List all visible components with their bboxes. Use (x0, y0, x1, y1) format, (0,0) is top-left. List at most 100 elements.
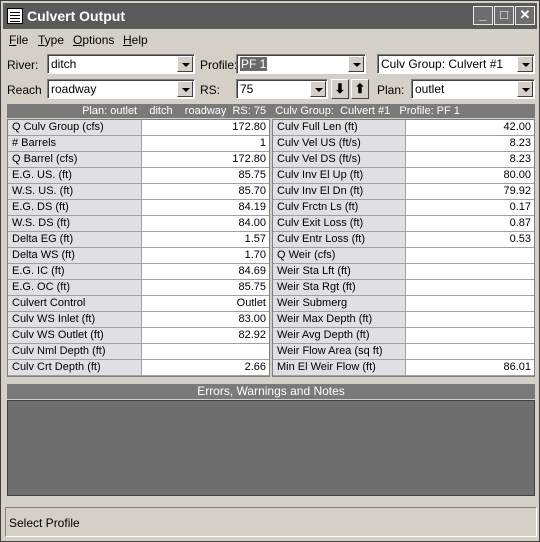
chevron-down-icon[interactable] (517, 56, 533, 72)
status-text: Select Profile (9, 516, 80, 530)
menu-type-mnemonic: T (38, 33, 45, 47)
row-label: Weir Sta Rgt (ft) (273, 280, 406, 295)
menu-options[interactable]: Options (73, 33, 114, 47)
row-value: 0.53 (509, 233, 531, 245)
rs-label: RS: (200, 83, 221, 97)
right-table-row[interactable]: Weir Avg Depth (ft) (273, 328, 534, 344)
left-table-row[interactable]: Delta WS (ft) 1.70 (8, 248, 269, 264)
row-value: 1.70 (244, 249, 266, 261)
plan-select[interactable]: outlet (411, 79, 535, 99)
right-table-row[interactable]: Weir Submerg (273, 296, 534, 312)
row-value (407, 312, 535, 327)
left-table-row[interactable]: E.G. OC (ft) 85.75 (8, 280, 269, 296)
row-label: Culv Crt Depth (ft) (8, 360, 142, 375)
row-label: E.G. US. (ft) (8, 168, 142, 183)
left-table-row[interactable]: W.S. US. (ft) 85.70 (8, 184, 269, 200)
row-value: 1.57 (244, 233, 266, 245)
rs-value: 75 (240, 82, 254, 96)
left-table-row[interactable]: Culv WS Inlet (ft) 83.00 (8, 312, 269, 328)
row-value: 8.23 (509, 137, 531, 149)
reach-label: Reach (7, 83, 42, 97)
right-table-row[interactable]: Culv Vel DS (ft/s) 8.23 (273, 152, 534, 168)
maximize-button[interactable]: □ (494, 6, 514, 25)
river-value: ditch (51, 57, 77, 71)
right-table-row[interactable]: Culv Full Len (ft) 42.00 (273, 120, 534, 136)
menu-file-label: ile (16, 33, 29, 47)
culv-group-value: Culv Group: Culvert #1 (381, 57, 504, 71)
culv-group-select[interactable]: Culv Group: Culvert #1 (377, 54, 535, 74)
row-value: 79.92 (503, 185, 531, 197)
row-label: Culv WS Outlet (ft) (8, 328, 142, 343)
right-table-row[interactable]: Q Weir (cfs) (273, 248, 534, 264)
chevron-down-icon[interactable] (310, 81, 326, 97)
row-value (407, 328, 535, 343)
menu-file[interactable]: File (9, 33, 28, 47)
menu-type[interactable]: Type (38, 33, 64, 47)
minimize-button[interactable]: _ (473, 6, 493, 25)
row-label: Culv Full Len (ft) (273, 120, 406, 135)
left-table-row[interactable]: W.S. DS (ft) 84.00 (8, 216, 269, 232)
left-table-row[interactable]: Q Culv Group (cfs) 172.80 (8, 120, 269, 136)
left-table-row[interactable]: E.G. US. (ft) 85.75 (8, 168, 269, 184)
row-value (407, 248, 535, 263)
plan-label: Plan: (377, 83, 405, 97)
chevron-down-icon[interactable] (177, 81, 193, 97)
right-table-row[interactable]: Weir Sta Rgt (ft) (273, 280, 534, 296)
chevron-down-icon[interactable] (177, 56, 193, 72)
right-table-row[interactable]: Weir Max Depth (ft) (273, 312, 534, 328)
row-label: Culv Vel DS (ft/s) (273, 152, 406, 167)
row-value: Outlet (236, 297, 266, 309)
right-table-row[interactable]: Culv Inv El Dn (ft) 79.92 (273, 184, 534, 200)
right-table-row[interactable]: Culv Inv El Up (ft) 80.00 (273, 168, 534, 184)
left-table-row[interactable]: Culv Nml Depth (ft) (8, 344, 269, 360)
row-label: Culv Exit Loss (ft) (273, 216, 406, 231)
row-value: 80.00 (503, 169, 531, 181)
errors-notes-area[interactable] (7, 400, 535, 496)
river-select[interactable]: ditch (47, 54, 195, 74)
close-button[interactable]: ✕ (515, 6, 535, 25)
left-table-row[interactable]: # Barrels 1 (8, 136, 269, 152)
right-table-row[interactable]: Culv Vel US (ft/s) 8.23 (273, 136, 534, 152)
right-table-row[interactable]: Culv Exit Loss (ft) 0.87 (273, 216, 534, 232)
row-label: E.G. IC (ft) (8, 264, 142, 279)
menu-help[interactable]: Help (123, 33, 148, 47)
row-value: 8.23 (509, 153, 531, 165)
row-value: 0.87 (509, 217, 531, 229)
left-table-row[interactable]: Delta EG (ft) 1.57 (8, 232, 269, 248)
row-label: Weir Avg Depth (ft) (273, 328, 406, 343)
next-rs-down-arrow-icon[interactable]: ⬇ (331, 79, 349, 99)
row-label: Culv Entr Loss (ft) (273, 232, 406, 247)
left-table-row[interactable]: Culvert Control Outlet (8, 296, 269, 312)
menu-help-mnemonic: H (123, 33, 132, 47)
river-label: River: (7, 58, 39, 72)
row-label: Weir Submerg (273, 296, 406, 311)
rs-select[interactable]: 75 (236, 79, 328, 99)
row-value: 85.70 (238, 185, 266, 197)
left-table-row[interactable]: Q Barrel (cfs) 172.80 (8, 152, 269, 168)
right-table-row[interactable]: Min El Weir Flow (ft) 86.01 (273, 360, 534, 376)
right-table-row[interactable]: Culv Frctn Ls (ft) 0.17 (273, 200, 534, 216)
row-label: Q Barrel (cfs) (8, 152, 142, 167)
window-title: Culvert Output (27, 8, 125, 24)
reach-select[interactable]: roadway (47, 79, 195, 99)
row-value: 42.00 (503, 121, 531, 133)
errors-title: Errors, Warnings and Notes (7, 384, 535, 399)
left-table-row[interactable]: E.G. DS (ft) 84.19 (8, 200, 269, 216)
row-label: Weir Sta Lft (ft) (273, 264, 406, 279)
right-table-row[interactable]: Culv Entr Loss (ft) 0.53 (273, 232, 534, 248)
right-table-row[interactable]: Weir Sta Lft (ft) (273, 264, 534, 280)
left-table-row[interactable]: E.G. IC (ft) 84.69 (8, 264, 269, 280)
menu-help-label: elp (131, 33, 148, 47)
reach-value: roadway (51, 82, 97, 96)
menu-options-label: ptions (82, 33, 115, 47)
row-label: Min El Weir Flow (ft) (273, 360, 406, 375)
title-bar[interactable]: Culvert Output _ □ ✕ (3, 3, 537, 29)
chevron-down-icon[interactable] (517, 81, 533, 97)
chevron-down-icon[interactable] (348, 56, 364, 72)
prev-rs-up-arrow-icon[interactable]: ⬆ (351, 79, 369, 99)
right-table-row[interactable]: Weir Flow Area (sq ft) (273, 344, 534, 360)
left-table-row[interactable]: Culv WS Outlet (ft) 82.92 (8, 328, 269, 344)
left-table-row[interactable]: Culv Crt Depth (ft) 2.66 (8, 360, 269, 376)
profile-label: Profile: (200, 58, 238, 72)
profile-select[interactable]: PF 1 (236, 54, 366, 74)
